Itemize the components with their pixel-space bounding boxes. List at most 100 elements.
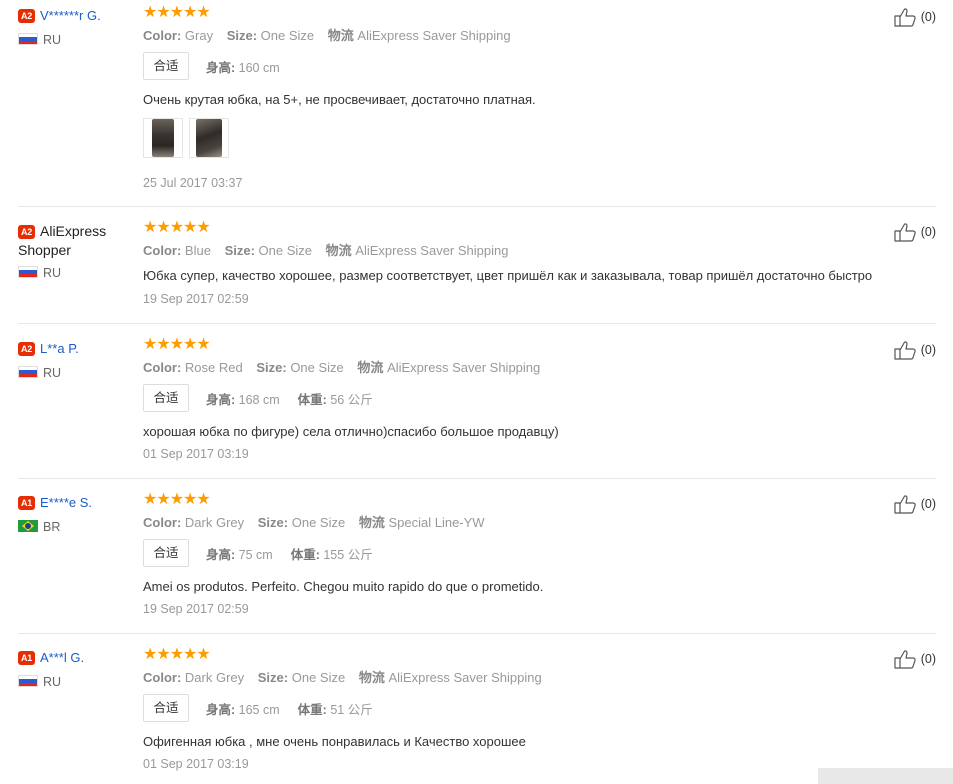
reviewer-country: RU [18,366,61,380]
order-attributes: Color: Blue Size: One Size 物流 AliExpress… [143,243,508,259]
weight-value: 155 公斤 [323,547,373,562]
order-attributes: Color: Gray Size: One Size 物流 AliExpress… [143,28,511,44]
logistics-label: 物流 [357,360,384,375]
color-value: Dark Grey [184,515,245,530]
review-item: A2 V******r G. RU ★★★★★ Color: Gray Size:… [18,0,936,207]
russia-flag-icon [18,33,38,45]
reviewer-name[interactable]: E****e S. [40,495,92,510]
size-value: One Size [291,670,346,685]
shipping-value: Special Line-YW [388,515,485,530]
star-rating: ★★★★★ [143,491,211,508]
color-value: Gray [184,28,214,43]
shipping-value: AliExpress Saver Shipping [357,28,511,43]
russia-flag-icon [18,675,38,687]
floating-panel-edge [818,768,953,784]
weight-info: 体重: 155 公斤 [291,544,373,563]
helpful-button[interactable]: (0) [894,7,936,27]
buyer-level-badge: A2 [18,224,35,239]
weight-value: 51 公斤 [330,702,373,717]
height-label: 身高: [206,60,236,75]
review-photo-thumbnail[interactable] [189,118,229,158]
weight-label: 体重: [297,702,327,717]
size-label: Size: [257,515,289,530]
helpful-button[interactable]: (0) [894,340,936,360]
size-value: One Size [260,28,315,43]
order-attributes: Color: Dark Grey Size: One Size 物流 Speci… [143,515,485,531]
review-photo-thumbnail[interactable] [143,118,183,158]
fit-badge: 合适 [143,539,189,567]
country-code: RU [43,675,62,689]
size-label: Size: [256,360,287,375]
reviewer-name-line2: Shopper [18,242,71,258]
height-value: 75 cm [238,547,273,562]
russia-flag-icon [18,366,38,378]
weight-info: 体重: 51 公斤 [298,699,373,718]
reviewer-country: RU [18,33,61,47]
shipping-value: AliExpress Saver Shipping [387,360,541,375]
logistics-label: 物流 [358,670,385,685]
star-rating: ★★★★★ [143,219,211,236]
reviewer-name[interactable]: L**a P. [40,341,79,356]
height-value: 168 cm [238,392,280,407]
thumbs-up-icon [894,650,916,669]
reviewer-name[interactable]: AliExpress [40,223,106,239]
reviewer-country: RU [18,675,61,689]
height-value: 160 cm [238,60,280,75]
star-rating: ★★★★★ [143,4,211,21]
reviewer-info: A1 A***l G. [18,649,138,665]
review-photos [143,118,229,158]
logistics-label: 物流 [325,243,352,258]
color-value: Blue [184,243,211,258]
helpful-count: (0) [920,652,936,666]
review-item: A1 A***l G. RU ★★★★★ Color: Dark Grey Siz… [18,634,936,784]
review-text: Офигенная юбка , мне очень понравилась и… [143,734,526,749]
country-code: BR [43,520,61,534]
height-label: 身高: [206,547,236,562]
weight-value: 56 公斤 [330,392,373,407]
weight-info: 体重: 56 公斤 [298,389,373,408]
fit-badge: 合适 [143,52,189,80]
fit-badge: 合适 [143,694,189,722]
review-text: Юбка супер, качество хорошее, размер соо… [143,268,873,283]
review-item: A2 L**a P. RU ★★★★★ Color: Rose Red Size:… [18,324,936,479]
helpful-count: (0) [920,225,936,239]
feedback-list: A2 V******r G. RU ★★★★★ Color: Gray Size:… [0,0,953,784]
helpful-button[interactable]: (0) [894,222,936,242]
reviewer-country: BR [18,520,60,534]
shipping-value: AliExpress Saver Shipping [355,243,509,258]
helpful-count: (0) [920,343,936,357]
size-value: One Size [290,360,344,375]
shipping-value: AliExpress Saver Shipping [388,670,542,685]
color-label: Color: [143,670,182,685]
reviewer-name[interactable]: A***l G. [40,650,84,665]
helpful-button[interactable]: (0) [894,494,936,514]
review-date: 19 Sep 2017 02:59 [143,292,249,306]
reviewer-name[interactable]: V******r G. [40,8,101,23]
weight-label: 体重: [297,392,327,407]
country-code: RU [43,33,62,47]
height-info: 身高: 165 cm [206,699,280,718]
review-item: A1 E****e S. BR ★★★★★ Color: Dark Grey Si… [18,479,936,634]
buyer-level-badge: A1 [18,495,35,510]
buyer-level-badge: A1 [18,650,35,665]
reviewer-info: A1 E****e S. [18,494,138,510]
height-label: 身高: [206,702,236,717]
fit-info: 合适 身高: 168 cm 体重: 56 公斤 [143,384,373,412]
helpful-button[interactable]: (0) [894,649,936,669]
buyer-level-badge: A2 [18,341,35,356]
fit-info: 合适 身高: 75 cm 体重: 155 公斤 [143,539,373,567]
height-label: 身高: [206,392,236,407]
thumbs-up-icon [894,8,916,27]
thumbs-up-icon [894,495,916,514]
color-label: Color: [143,243,182,258]
reviewer-country: RU [18,266,61,280]
review-date: 01 Sep 2017 03:19 [143,447,249,461]
order-attributes: Color: Dark Grey Size: One Size 物流 AliEx… [143,670,542,686]
review-item: A2 AliExpress Shopper RU ★★★★★ Color: Blu… [18,207,936,324]
review-text: Очень крутая юбка, на 5+, не просвечивае… [143,92,536,107]
thumbs-up-icon [894,341,916,360]
russia-flag-icon [18,266,38,278]
star-rating: ★★★★★ [143,646,211,663]
review-date: 25 Jul 2017 03:37 [143,176,243,190]
color-value: Dark Grey [184,670,245,685]
